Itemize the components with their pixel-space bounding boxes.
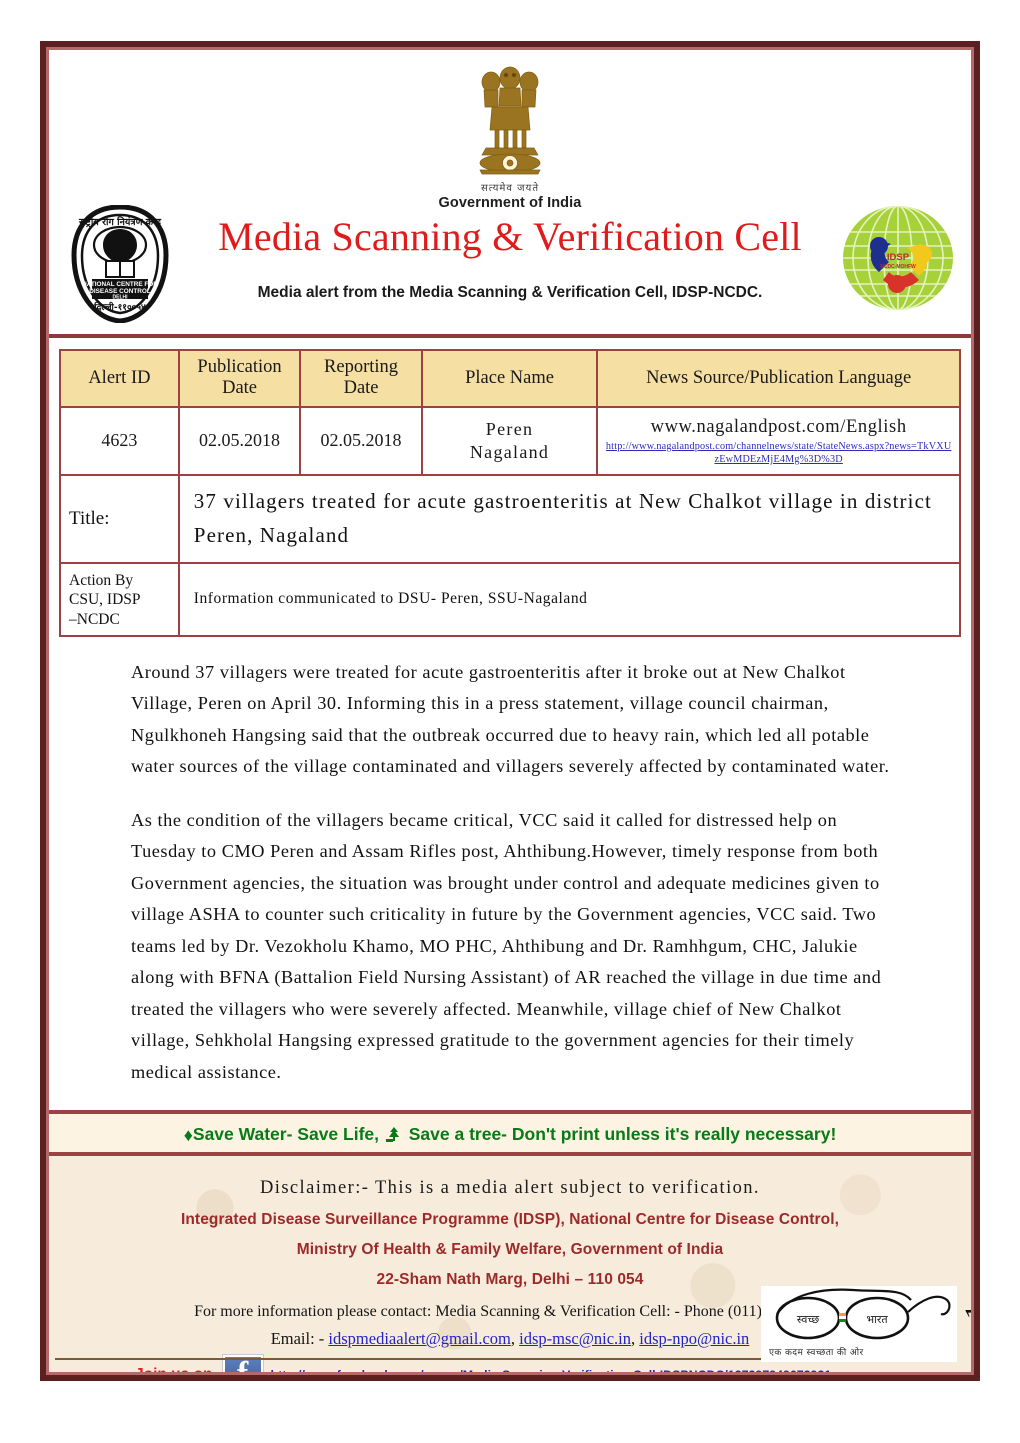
title-row: Title: 37 villagers treated for acute ga… bbox=[59, 473, 962, 564]
news-source-link[interactable]: http://www.nagalandpost.com/channelnews/… bbox=[602, 440, 955, 466]
title-value: 37 villagers treated for acute gastroent… bbox=[177, 473, 962, 564]
svg-text:NCDC-MOHFW: NCDC-MOHFW bbox=[880, 264, 916, 270]
column-header-reporting-date: Reporting Date bbox=[299, 349, 423, 408]
article-paragraph: Around 37 villagers were treated for acu… bbox=[131, 661, 890, 777]
disclaimer-text: Disclaimer:- This is a media alert subje… bbox=[260, 1178, 760, 1198]
email-sep: , bbox=[510, 1329, 515, 1348]
page-value: 1 bbox=[957, 1304, 971, 1320]
swachh-tagline: एक कदम स्वच्छता की ओर bbox=[769, 1348, 864, 1358]
page-label: Page bbox=[969, 1319, 971, 1357]
save-tree-text: Save a tree- Don't print unless it's rea… bbox=[408, 1124, 837, 1144]
save-water-banner: ♦Save Water- Save Life, Save a tree- Don… bbox=[49, 1110, 971, 1156]
facebook-link[interactable]: http://www.facebook.com/pages/Media-Scan… bbox=[271, 1368, 832, 1372]
page-title: Media Scanning & Verification Cell bbox=[218, 214, 802, 259]
page-number-indicator: Page1 bbox=[957, 1304, 971, 1356]
column-header-publication-date: Publication Date bbox=[177, 349, 302, 408]
title-label: Title: bbox=[59, 473, 180, 564]
page-subtitle: Media alert from the Media Scanning & Ve… bbox=[257, 284, 763, 301]
email-link-msc[interactable]: idsp-msc@nic.in bbox=[519, 1329, 631, 1348]
emblem-motto-text: सत्यमेव जयते bbox=[480, 183, 540, 194]
government-emblem-block: सत्यमेव जयते Government of India bbox=[410, 60, 610, 211]
article-body: Around 37 villagers were treated for acu… bbox=[49, 637, 971, 1088]
org-line-ministry: Ministry Of Health & Family Welfare, Gov… bbox=[296, 1241, 724, 1258]
table-row: 4623 02.05.2018 02.05.2018 Peren Nagaland… bbox=[59, 405, 961, 476]
cell-alert-id: 4623 bbox=[59, 405, 180, 476]
svg-text:दिल्ली-११००५४: दिल्ली-११००५४ bbox=[93, 301, 146, 313]
action-row: Action By CSU, IDSP –NCDC Information comm… bbox=[59, 561, 962, 637]
table-header-row: Alert ID Publication Date Reporting Date… bbox=[59, 349, 961, 408]
spectacles-icon: स्वच्छ भारत bbox=[775, 1288, 951, 1340]
tree-icon bbox=[385, 1127, 399, 1142]
alert-info-table: Alert ID Publication Date Reporting Date… bbox=[59, 349, 961, 476]
document-page-frame: सत्यमेव जयते Government of India NATIONA… bbox=[40, 41, 980, 1381]
column-header-alert-id: Alert ID bbox=[59, 349, 180, 408]
action-by-value: Information communicated to DSU- Peren, … bbox=[177, 561, 962, 637]
cell-news-source: www.nagalandpost.com/English http://www.… bbox=[596, 405, 961, 476]
article-paragraph: As the condition of the villagers became… bbox=[131, 809, 882, 1082]
email-link-npo[interactable]: idsp-npo@nic.in bbox=[639, 1329, 749, 1348]
action-by-label: Action By CSU, IDSP –NCDC bbox=[59, 561, 180, 637]
cell-place-name: Peren Nagaland bbox=[420, 405, 599, 476]
swachh-word: स्वच्छ bbox=[797, 1313, 819, 1326]
alert-meta-table: Title: 37 villagers treated for acute ga… bbox=[59, 473, 962, 637]
column-header-place-name: Place Name bbox=[420, 349, 599, 408]
footer: Disclaimer:- This is a media alert subje… bbox=[49, 1156, 971, 1372]
ashoka-lion-capital-icon bbox=[479, 66, 541, 175]
column-header-news-source: News Source/Publication Language bbox=[596, 349, 961, 408]
swachh-bharat-logo: स्वच्छ भारत एक कदम स्वच्छता की ओर bbox=[761, 1286, 957, 1362]
save-water-text: Save Water- Save Life, bbox=[192, 1124, 379, 1144]
masthead-divider bbox=[49, 334, 971, 338]
email-label: Email: - bbox=[270, 1329, 325, 1348]
org-line-idsp: Integrated Disease Surveillance Programm… bbox=[180, 1211, 840, 1228]
cell-publication-date: 02.05.2018 bbox=[177, 405, 302, 476]
cell-reporting-date: 02.05.2018 bbox=[299, 405, 423, 476]
water-drop-icon: ♦ bbox=[183, 1125, 193, 1145]
bharat-word: भारत bbox=[866, 1313, 888, 1326]
footer-divider bbox=[55, 1358, 771, 1360]
news-source-name: www.nagalandpost.com/English bbox=[650, 416, 907, 437]
government-of-india-caption: Government of India bbox=[438, 195, 582, 211]
email-link-gmail[interactable]: idspmediaalert@gmail.com bbox=[328, 1329, 510, 1348]
email-sep: , bbox=[631, 1329, 636, 1348]
join-us-label: Join us on bbox=[135, 1366, 213, 1372]
masthead: सत्यमेव जयते Government of India NATIONA… bbox=[49, 50, 971, 338]
